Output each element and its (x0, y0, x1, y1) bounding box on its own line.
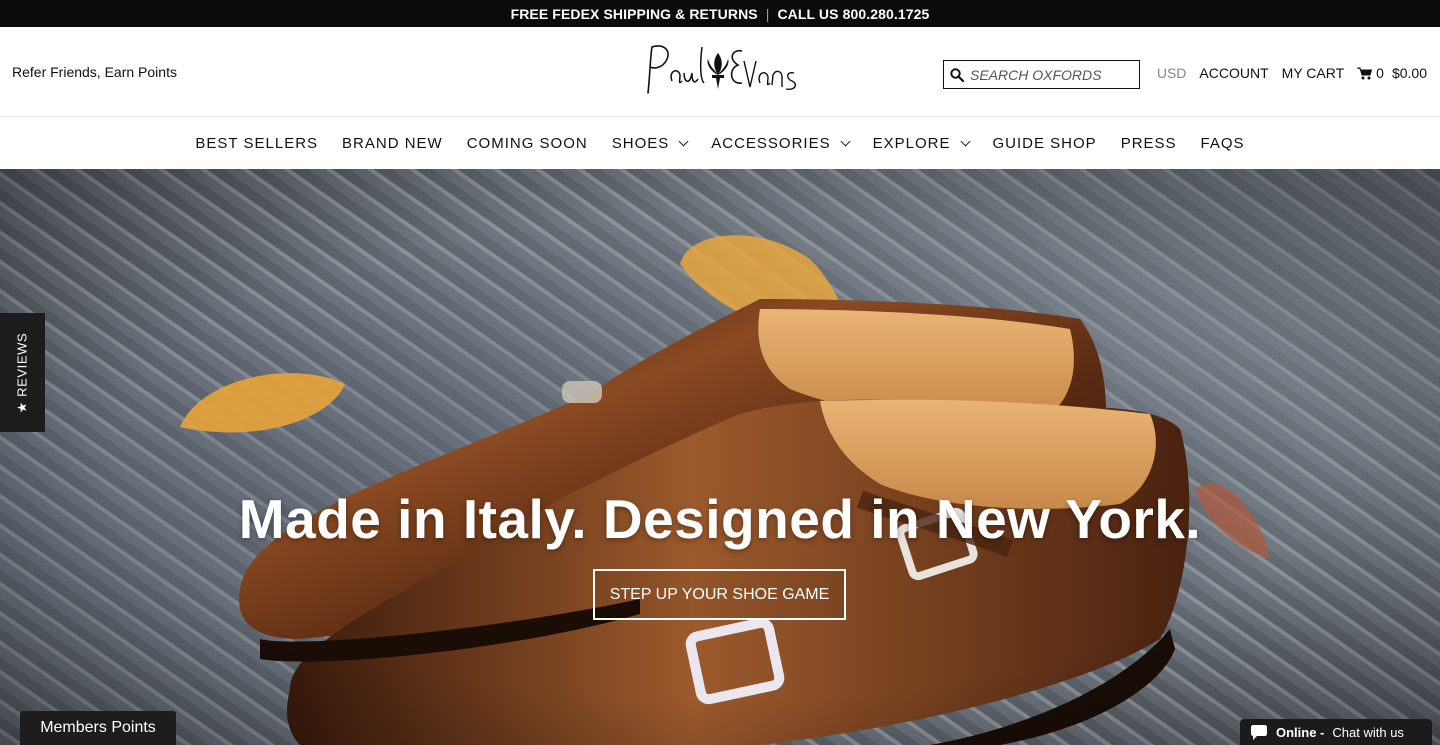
topbar-separator: | (765, 5, 770, 22)
members-points-button[interactable]: Members Points (20, 711, 176, 745)
account-link[interactable]: ACCOUNT (1199, 65, 1268, 81)
reviews-label: ★ REVIEWS (14, 332, 30, 413)
chat-widget[interactable]: Online - Chat with us (1240, 719, 1432, 745)
reviews-tab[interactable]: ★ REVIEWS (0, 313, 45, 432)
nav-label: FAQS (1200, 134, 1245, 152)
hero-shoes-image (0, 169, 1440, 745)
nav-faqs[interactable]: FAQS (1201, 135, 1245, 152)
nav-guide-shop[interactable]: GUIDE SHOP (993, 135, 1097, 152)
my-cart-link[interactable]: MY CART (1282, 65, 1345, 81)
cart-icon (1357, 67, 1373, 79)
currency-selector[interactable]: USD (1157, 65, 1187, 81)
refer-friends-link[interactable]: Refer Friends, Earn Points (12, 64, 177, 80)
main-navigation: BEST SELLERS BRAND NEW COMING SOON SHOES… (0, 117, 1440, 169)
chat-text: Chat with us (1332, 724, 1404, 740)
nav-label: PRESS (1120, 134, 1177, 152)
nav-brand-new[interactable]: BRAND NEW (342, 135, 443, 152)
search-box[interactable] (943, 60, 1140, 89)
nav-explore[interactable]: EXPLORE (872, 134, 970, 152)
chevron-down-icon (840, 136, 851, 146)
announcement-bar: FREE FEDEX SHIPPING & RETURNS | CALL US … (0, 0, 1440, 27)
nav-label: EXPLORE (872, 134, 951, 152)
shipping-text: FREE FEDEX SHIPPING & RETURNS (510, 5, 758, 22)
nav-accessories[interactable]: ACCESSORIES (711, 134, 851, 152)
nav-label: BRAND NEW (342, 134, 443, 152)
nav-shoes[interactable]: SHOES (611, 134, 689, 152)
chat-status: Online - (1276, 724, 1325, 740)
cart-count: 0 (1376, 65, 1384, 81)
phone-text[interactable]: CALL US 800.280.1725 (777, 6, 929, 22)
hero-cta-button[interactable]: STEP UP YOUR SHOE GAME (593, 569, 846, 620)
nav-best-sellers[interactable]: BEST SELLERS (195, 135, 318, 152)
search-icon (950, 67, 964, 82)
nav-label: ACCESSORIES (711, 134, 831, 152)
cart-total: $0.00 (1391, 65, 1427, 81)
chevron-down-icon (960, 136, 970, 146)
nav-label: SHOES (611, 134, 670, 152)
nav-label: BEST SELLERS (195, 134, 319, 152)
header-links: USD ACCOUNT MY CART 0 $0.00 (1157, 65, 1427, 81)
nav-label: COMING SOON (466, 134, 588, 152)
chat-bubble-icon (1251, 724, 1267, 740)
nav-coming-soon[interactable]: COMING SOON (467, 135, 588, 152)
hero-banner: Made in Italy. Designed in New York. STE… (0, 169, 1440, 745)
search-input[interactable] (970, 66, 1135, 83)
site-header: Refer Friends, Earn Points USD ACCOUNT M… (0, 27, 1440, 117)
cart-summary[interactable]: 0 $0.00 (1357, 65, 1427, 81)
chevron-down-icon (678, 136, 689, 146)
paul-evans-logo[interactable] (642, 41, 800, 103)
hero-title: Made in Italy. Designed in New York. (238, 488, 1202, 550)
nav-label: GUIDE SHOP (992, 134, 1097, 152)
nav-press[interactable]: PRESS (1121, 135, 1177, 152)
